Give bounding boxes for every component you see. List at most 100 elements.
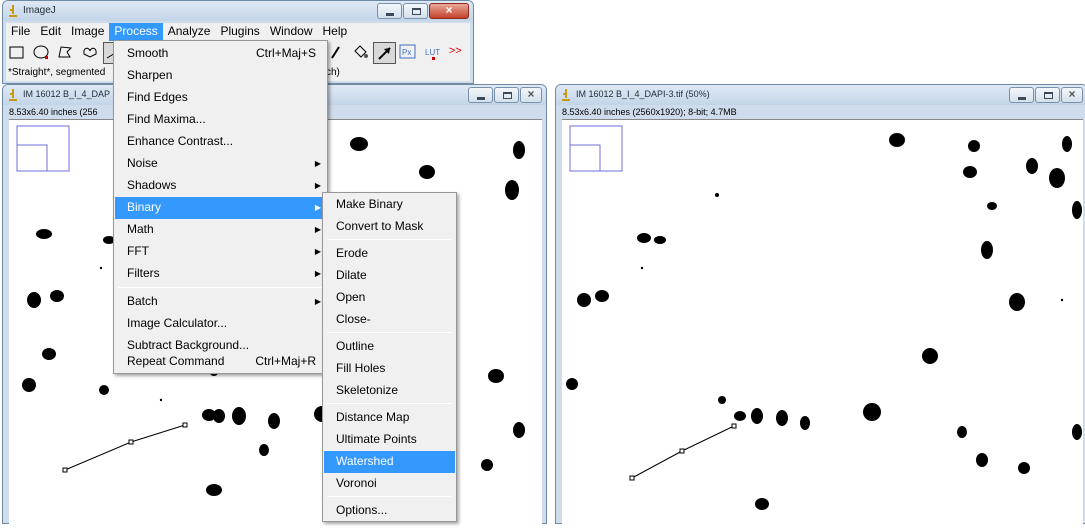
menu-item-outline[interactable]: Outline bbox=[324, 336, 455, 358]
menu-item-label: Skeletonize bbox=[336, 383, 399, 397]
menu-item-enhance-contrast[interactable]: Enhance Contrast... bbox=[115, 131, 326, 153]
menu-item-label: Subtract Background... bbox=[127, 338, 250, 352]
menu-item-noise[interactable]: Noise ▶ bbox=[115, 153, 326, 175]
submenu-arrow-icon: ▶ bbox=[314, 159, 321, 168]
close-button[interactable]: × bbox=[429, 3, 469, 19]
svg-text:LUT: LUT bbox=[425, 48, 440, 57]
paint-bucket-tool[interactable] bbox=[349, 42, 372, 64]
menu-process[interactable]: Process bbox=[109, 23, 163, 41]
polygon-tool[interactable] bbox=[54, 42, 77, 64]
menu-window[interactable]: Window bbox=[265, 23, 318, 41]
menu-separator bbox=[327, 496, 452, 497]
maximize-icon bbox=[503, 92, 512, 99]
menu-item-options[interactable]: Options... bbox=[324, 500, 455, 522]
menu-help[interactable]: Help bbox=[318, 23, 353, 41]
freehand-icon bbox=[82, 47, 97, 58]
menu-item-binary[interactable]: Binary ▶ bbox=[115, 197, 326, 219]
menu-item-label: Batch bbox=[127, 294, 158, 308]
more-tools-button[interactable]: >> bbox=[446, 42, 469, 64]
freehand-tool[interactable] bbox=[79, 42, 102, 64]
image-info: 8.53x6.40 inches (2560x1920); 8-bit; 4.7… bbox=[562, 107, 737, 117]
submenu-arrow-icon: ▶ bbox=[314, 297, 321, 306]
maximize-button[interactable] bbox=[403, 3, 428, 19]
paint-bucket-icon bbox=[354, 45, 369, 58]
maximize-icon bbox=[1044, 92, 1053, 99]
menu-item-fill-holes[interactable]: Fill Holes bbox=[324, 358, 455, 380]
menu-item-voronoi[interactable]: Voronoi bbox=[324, 473, 455, 495]
menu-analyze[interactable]: Analyze bbox=[163, 23, 216, 41]
minimize-icon bbox=[1018, 97, 1026, 100]
line-roi[interactable] bbox=[62, 422, 188, 473]
menu-item-label: Binary bbox=[127, 200, 162, 214]
zoom-navigator bbox=[16, 125, 70, 172]
binary-submenu: Make Binary Convert to Mask Erode Dilate… bbox=[322, 192, 457, 522]
menu-item-open[interactable]: Open bbox=[324, 287, 455, 309]
title-bar[interactable]: IM 16012 B_I_4_DAPI-3.tif (50%) × bbox=[556, 85, 1085, 105]
menu-item-shadows[interactable]: Shadows ▶ bbox=[115, 175, 326, 197]
maximize-button[interactable] bbox=[1035, 87, 1060, 103]
menu-item-label: Filters bbox=[127, 266, 160, 280]
pixel-icon: Px bbox=[399, 44, 416, 59]
minimize-icon bbox=[477, 97, 485, 100]
menu-item-label: Close- bbox=[336, 312, 371, 326]
submenu-arrow-icon: ▶ bbox=[314, 269, 321, 278]
nuclei-image bbox=[566, 125, 1082, 510]
title-bar[interactable]: ImageJ × bbox=[3, 1, 473, 21]
menu-item-ultimate-points[interactable]: Ultimate Points bbox=[324, 429, 455, 451]
menu-item-close[interactable]: Close- bbox=[324, 309, 455, 331]
lut-tool[interactable]: LUT bbox=[422, 42, 445, 64]
menu-separator bbox=[327, 403, 452, 404]
close-icon: × bbox=[527, 87, 535, 101]
image-window-right[interactable]: IM 16012 B_I_4_DAPI-3.tif (50%) × 8.53x6… bbox=[555, 84, 1085, 525]
menu-item-label: Ultimate Points bbox=[336, 432, 417, 446]
image-canvas[interactable] bbox=[562, 119, 1083, 525]
microscope-icon bbox=[562, 89, 570, 101]
menu-item-find-edges[interactable]: Find Edges bbox=[115, 87, 326, 109]
close-button[interactable]: × bbox=[1061, 87, 1083, 103]
arrow-tool[interactable] bbox=[373, 42, 397, 64]
menu-item-image-calculator[interactable]: Image Calculator... bbox=[115, 313, 326, 335]
pixel-tool[interactable]: Px bbox=[397, 42, 420, 64]
submenu-arrow-icon: ▶ bbox=[314, 247, 321, 256]
minimize-button[interactable] bbox=[1009, 87, 1034, 103]
app-title: ImageJ bbox=[23, 5, 56, 16]
maximize-icon bbox=[412, 8, 421, 15]
menu-item-distance-map[interactable]: Distance Map bbox=[324, 407, 455, 429]
line-roi[interactable] bbox=[629, 423, 737, 481]
menu-separator bbox=[327, 239, 452, 240]
minimize-button[interactable] bbox=[377, 3, 402, 19]
menu-edit[interactable]: Edit bbox=[35, 23, 66, 41]
close-button[interactable]: × bbox=[520, 87, 542, 103]
menu-item-label: Enhance Contrast... bbox=[127, 134, 234, 148]
menu-item-watershed[interactable]: Watershed bbox=[324, 451, 455, 473]
lut-icon: LUT bbox=[425, 48, 440, 60]
menu-item-repeat-command[interactable]: Repeat Command Ctrl+Maj+R bbox=[115, 351, 326, 373]
menu-plugins[interactable]: Plugins bbox=[215, 23, 264, 41]
shortcut-label: Ctrl+Maj+R bbox=[255, 354, 316, 368]
minimize-button[interactable] bbox=[468, 87, 493, 103]
rectangle-tool[interactable] bbox=[6, 42, 29, 64]
menu-item-skeletonize[interactable]: Skeletonize bbox=[324, 380, 455, 402]
menu-file[interactable]: File bbox=[6, 23, 35, 41]
close-icon: × bbox=[445, 3, 453, 17]
maximize-button[interactable] bbox=[494, 87, 519, 103]
menu-item-filters[interactable]: Filters ▶ bbox=[115, 263, 326, 285]
menu-item-sharpen[interactable]: Sharpen bbox=[115, 65, 326, 87]
menu-item-convert-to-mask[interactable]: Convert to Mask bbox=[324, 216, 455, 238]
menu-item-erode[interactable]: Erode bbox=[324, 243, 455, 265]
menu-item-make-binary[interactable]: Make Binary bbox=[324, 194, 455, 216]
menu-item-label: Voronoi bbox=[336, 476, 377, 490]
menu-item-fft[interactable]: FFT ▶ bbox=[115, 241, 326, 263]
menu-item-smooth[interactable]: Smooth Ctrl+Maj+S bbox=[115, 43, 326, 65]
status-text-tail: ch) bbox=[326, 67, 340, 78]
oval-tool[interactable] bbox=[30, 42, 53, 64]
menu-item-dilate[interactable]: Dilate bbox=[324, 265, 455, 287]
menu-item-find-maxima[interactable]: Find Maxima... bbox=[115, 109, 326, 131]
menu-separator bbox=[327, 332, 452, 333]
menu-item-batch[interactable]: Batch ▶ bbox=[115, 291, 326, 313]
menu-item-math[interactable]: Math ▶ bbox=[115, 219, 326, 241]
minimize-icon bbox=[386, 13, 394, 16]
menu-item-label: Outline bbox=[336, 339, 375, 353]
wand-tool[interactable] bbox=[325, 42, 348, 64]
menu-image[interactable]: Image bbox=[66, 23, 109, 41]
